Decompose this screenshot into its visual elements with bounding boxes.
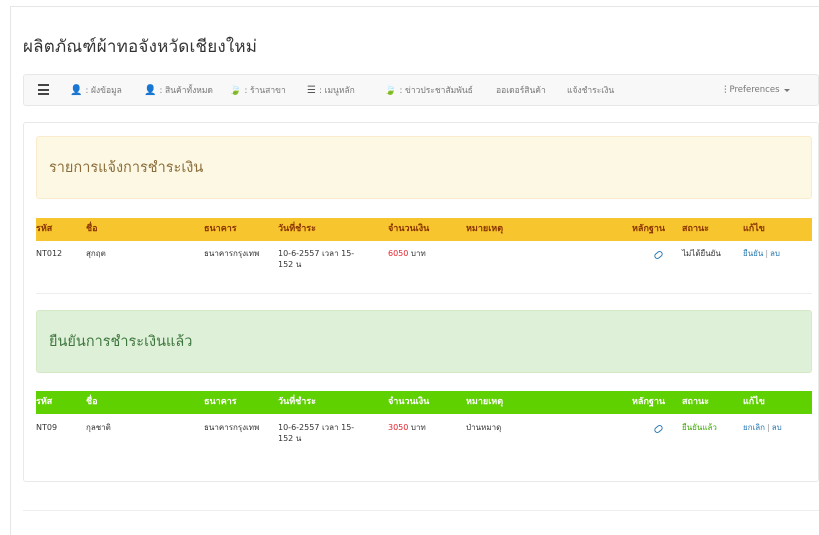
column-header: แก้ไข xyxy=(743,224,765,234)
row-amount: 6050 บาท xyxy=(388,248,426,259)
user-icon: 👤 xyxy=(70,84,83,96)
paperclip-icon xyxy=(653,249,664,261)
confirmed-payments-panel: ยืนยันการชำระเงินแล้ว xyxy=(36,310,812,373)
column-header: ธนาคาร xyxy=(204,397,237,407)
navbar: 👤 : ผังข้อมูล 👤 : สินค้าทั้งหมด 🍃 : ร้าน… xyxy=(23,74,819,106)
section-heading: รายการแจ้งการชำระเงิน xyxy=(49,160,204,176)
attachment-link[interactable] xyxy=(653,423,664,435)
page-title: ผลิตภัณฑ์ผ้าทอจังหวัดเชียงใหม่ xyxy=(23,37,258,57)
column-header: วันที่ชำระ xyxy=(278,397,316,407)
column-header: หลักฐาน xyxy=(632,224,666,234)
column-header: ชื่อ xyxy=(86,224,98,234)
row-id: NT09 xyxy=(36,423,58,432)
preferences-label: Preferences xyxy=(729,85,780,95)
nav-item-branches[interactable]: 🍃 : ร้านสาขา xyxy=(229,75,286,105)
date-line: 10-6-2557 เวลา 15- xyxy=(278,249,355,258)
column-header: วันที่ชำระ xyxy=(278,224,316,234)
pending-payments-panel: รายการแจ้งการชำระเงิน xyxy=(36,136,812,199)
preferences-dropdown[interactable]: ⫶ Preferences xyxy=(724,75,790,105)
amount-value: 6050 xyxy=(388,249,409,258)
nav-item-label: : ข่าวประชาสัมพันธ์ xyxy=(399,86,473,96)
leaf-icon: 🍃 xyxy=(384,84,397,96)
cancel-link[interactable]: ยกเลิก xyxy=(743,423,765,432)
date-line: 152 น xyxy=(278,260,302,269)
column-header: หมายเหตุ xyxy=(466,397,504,407)
column-header: ชื่อ xyxy=(86,397,98,407)
user-icon: 👤 xyxy=(144,84,157,96)
column-header: จำนวนเงิน xyxy=(388,224,430,234)
nav-item-news[interactable]: 🍃 : ข่าวประชาสัมพันธ์ xyxy=(384,75,473,105)
row-status: ยืนยันแล้ว xyxy=(682,423,717,432)
delete-link[interactable]: ลบ xyxy=(770,249,780,258)
nav-item-payment-notices[interactable]: แจ้งชำระเงิน xyxy=(567,75,614,105)
delete-link[interactable]: ลบ xyxy=(772,423,782,432)
row-date: 10-6-2557 เวลา 15- 152 น xyxy=(278,248,354,270)
date-line: 10-6-2557 เวลา 15- xyxy=(278,423,355,432)
row-name: กุลชาติ xyxy=(86,423,111,432)
confirm-link[interactable]: ยืนยัน xyxy=(743,249,763,258)
column-header: สถานะ xyxy=(682,224,709,234)
column-header: สถานะ xyxy=(682,397,709,407)
row-id: NT012 xyxy=(36,249,63,258)
column-header: ธนาคาร xyxy=(204,224,237,234)
amount-value: 3050 xyxy=(388,423,409,432)
row-date: 10-6-2557 เวลา 15- 152 น xyxy=(278,422,354,444)
row-note: ป่านหมาดุ xyxy=(466,423,502,432)
hamburger-menu-icon[interactable] xyxy=(38,84,49,95)
column-header: แก้ไข xyxy=(743,397,765,407)
main-content: รายการแจ้งการชำระเงิน รหัส ชื่อ ธนาคาร ว… xyxy=(23,122,819,482)
nav-item-main-menu[interactable]: ☰ : เมนูหลัก xyxy=(307,75,355,105)
attachment-link[interactable] xyxy=(653,249,664,261)
leaf-icon: 🍃 xyxy=(229,84,242,96)
row-name: สุกฤต xyxy=(86,249,106,258)
row-amount: 3050 บาท xyxy=(388,422,426,433)
list-icon: ☰ xyxy=(307,84,316,96)
nav-item-label: : สินค้าทั้งหมด xyxy=(159,86,213,96)
column-header: รหัส xyxy=(36,224,53,234)
table-row: NT09 กุลชาติ ธนาคารกรุงเทพ 10-6-2557 เวล… xyxy=(36,418,812,458)
bar-chart-icon: ⫶ xyxy=(724,84,727,96)
nav-item-label: ออเดอร์สินค้า xyxy=(496,86,546,96)
column-header: หลักฐาน xyxy=(632,397,666,407)
column-header: หมายเหตุ xyxy=(466,224,504,234)
column-header: จำนวนเงิน xyxy=(388,397,430,407)
row-bank: ธนาคารกรุงเทพ xyxy=(204,249,260,258)
nav-item-orders[interactable]: ออเดอร์สินค้า xyxy=(496,75,546,105)
caret-down-icon xyxy=(783,88,790,92)
footer-divider xyxy=(23,510,819,511)
row-bank: ธนาคารกรุงเทพ xyxy=(204,423,260,432)
currency: บาท xyxy=(410,249,426,258)
paperclip-icon xyxy=(653,423,664,435)
table-row: NT012 สุกฤต ธนาคารกรุงเทพ 10-6-2557 เวลา… xyxy=(36,244,812,284)
currency: บาท xyxy=(410,423,426,432)
section-heading: ยืนยันการชำระเงินแล้ว xyxy=(49,334,193,350)
pending-table-header: รหัส ชื่อ ธนาคาร วันที่ชำระ จำนวนเงิน หม… xyxy=(36,218,812,241)
nav-item-label: : เมนูหลัก xyxy=(318,86,355,96)
row-actions: ยืนยัน | ลบ xyxy=(743,249,780,258)
nav-item-label: : ร้านสาขา xyxy=(244,86,286,96)
nav-item-all-products[interactable]: 👤 : สินค้าทั้งหมด xyxy=(144,75,213,105)
row-status: ไม่ได้ยืนยัน xyxy=(682,249,721,258)
divider xyxy=(36,293,812,294)
nav-item-label: : ผังข้อมูล xyxy=(85,86,122,96)
row-actions: ยกเลิก | ลบ xyxy=(743,423,782,432)
confirmed-table-header: รหัส ชื่อ ธนาคาร วันที่ชำระ จำนวนเงิน หม… xyxy=(36,391,812,414)
column-header: รหัส xyxy=(36,397,53,407)
nav-item-data-chart[interactable]: 👤 : ผังข้อมูล xyxy=(70,75,122,105)
date-line: 152 น xyxy=(278,434,302,443)
nav-item-label: แจ้งชำระเงิน xyxy=(567,86,615,96)
